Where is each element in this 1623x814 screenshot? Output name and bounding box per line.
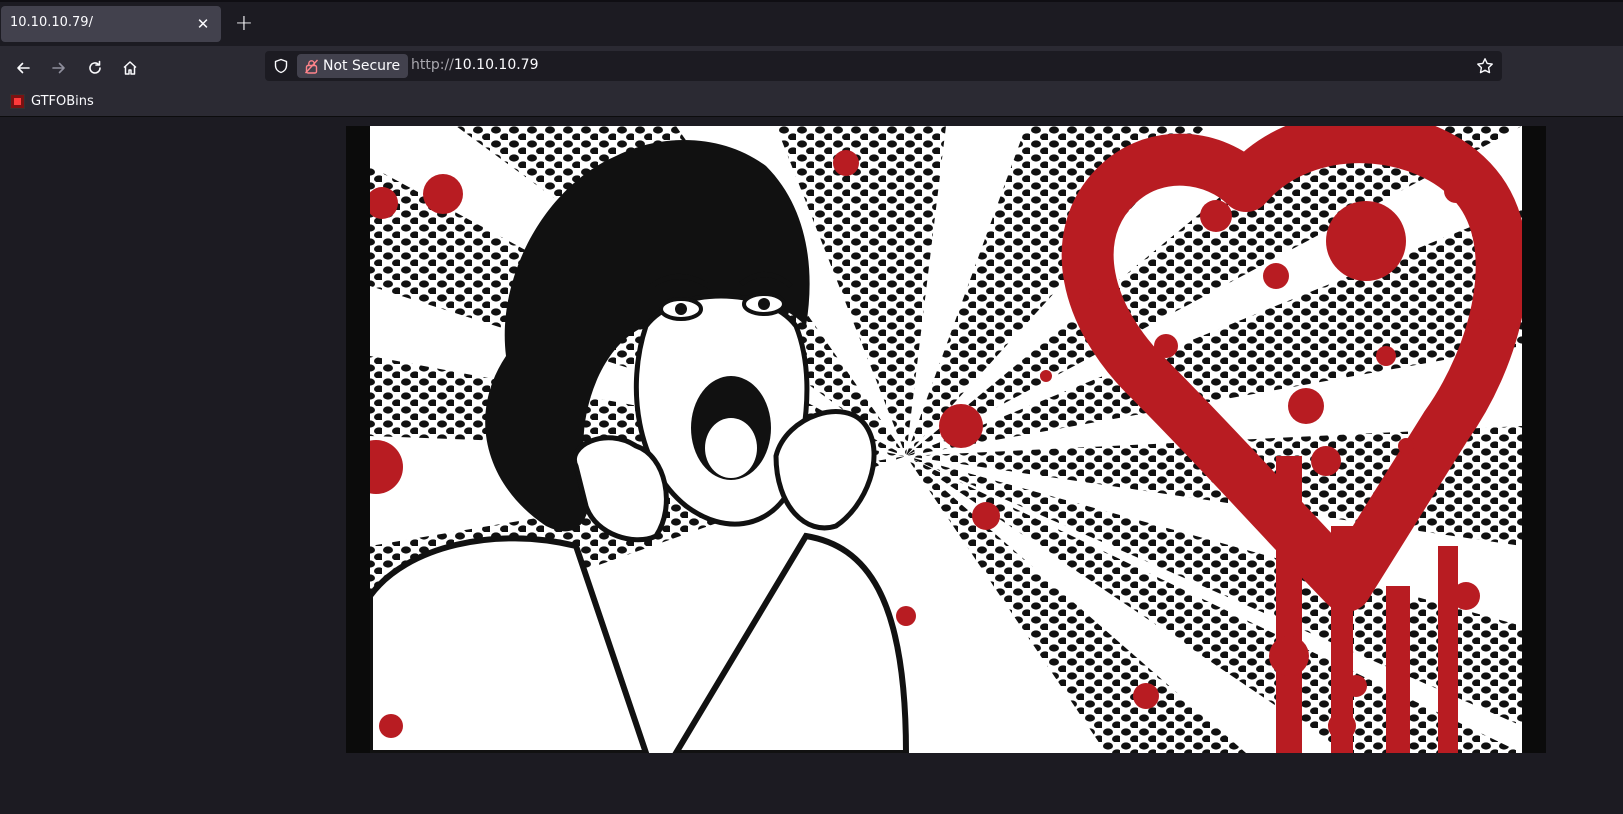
bookmarks-toolbar: GTFOBins: [0, 86, 1623, 117]
gtfobins-favicon: [10, 93, 25, 109]
close-icon[interactable]: ✕: [193, 14, 213, 34]
url-scheme: http://: [411, 57, 454, 73]
lock-warning-icon: [305, 59, 318, 74]
bookmark-gtfobins[interactable]: GTFOBins: [10, 91, 94, 111]
browser-tab[interactable]: 10.10.10.79/ ✕: [1, 6, 221, 42]
url-bar[interactable]: Not Secure http://10.10.10.79: [265, 51, 1502, 81]
url-host: 10.10.10.79: [453, 57, 539, 73]
not-secure-label: Not Secure: [323, 58, 401, 74]
shield-icon[interactable]: [273, 58, 289, 74]
security-indicator[interactable]: Not Secure: [297, 54, 409, 78]
arrow-left-icon[interactable]: [9, 54, 37, 82]
window-top-edge: [0, 0, 1623, 2]
hero-image: [346, 126, 1546, 753]
page-viewport: [0, 117, 1623, 814]
tab-title: 10.10.10.79/: [10, 15, 93, 30]
bookmark-label: GTFOBins: [31, 93, 94, 109]
reload-icon[interactable]: [81, 54, 109, 82]
tab-strip: 10.10.10.79/ ✕ +: [0, 0, 1623, 46]
pop-art-illustration: [346, 126, 1546, 753]
url-text[interactable]: http://10.10.10.79: [411, 57, 539, 73]
home-icon[interactable]: [116, 54, 144, 82]
star-icon[interactable]: [1476, 57, 1494, 75]
plus-icon[interactable]: +: [232, 11, 256, 36]
arrow-right-icon[interactable]: [45, 54, 73, 82]
navigation-toolbar: Not Secure http://10.10.10.79: [0, 46, 1623, 86]
